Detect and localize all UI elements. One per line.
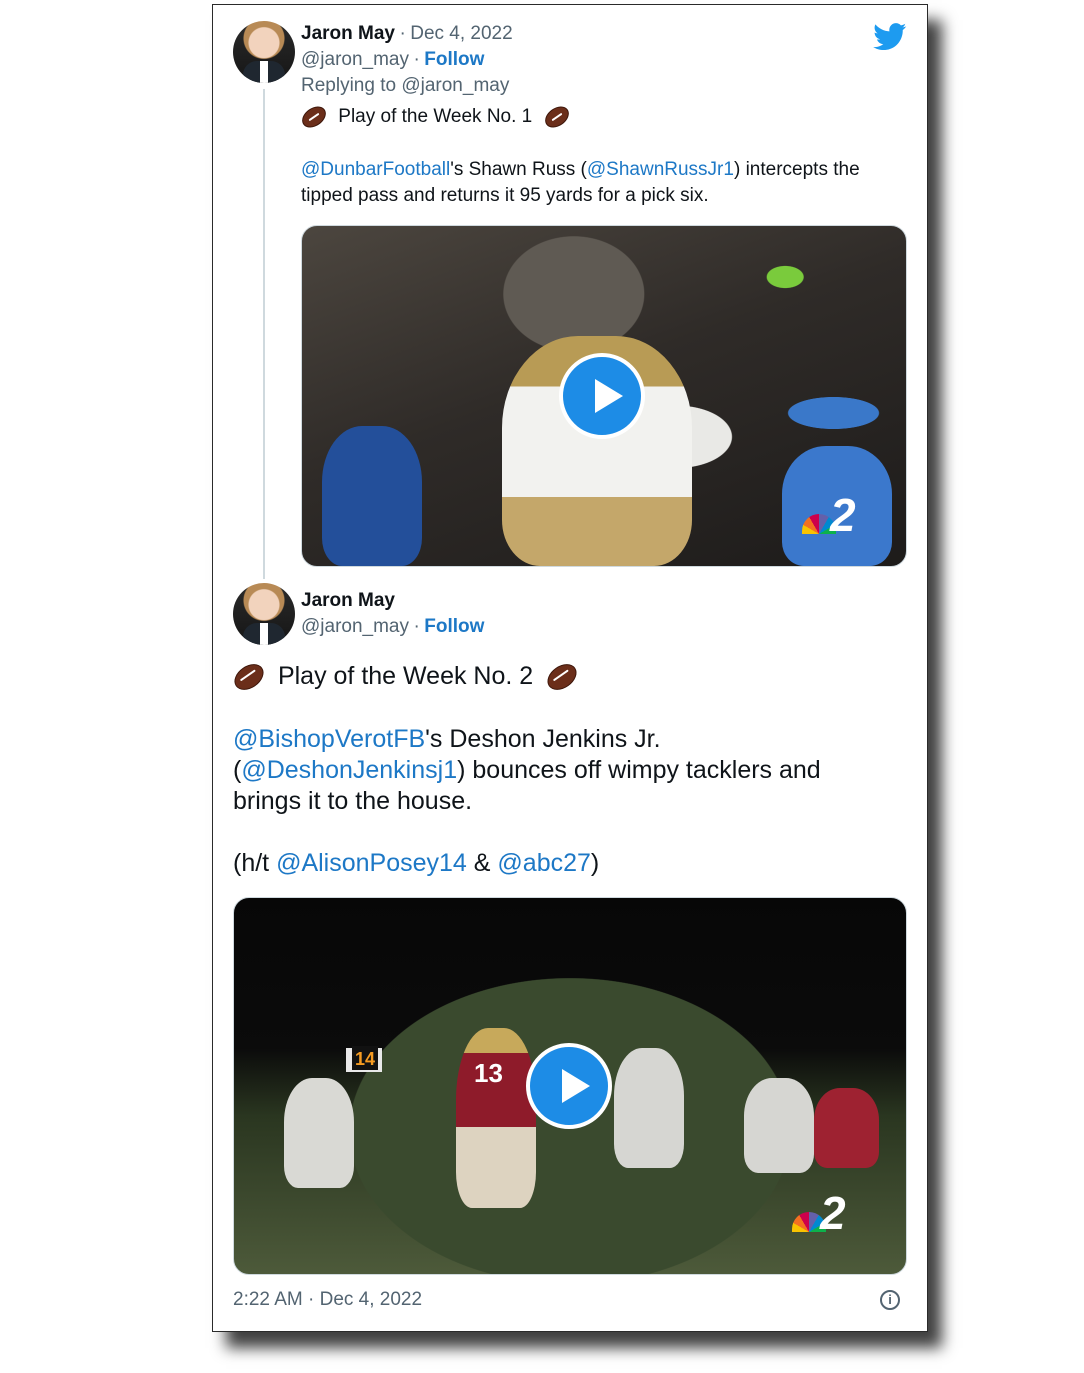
tweet2-title-text: Play of the Week No. 2 <box>277 662 534 690</box>
body-text: tipped pass and returns it 95 yards for … <box>301 185 709 206</box>
author-name[interactable]: Jaron May <box>301 23 395 44</box>
follow-separator: · <box>413 616 420 637</box>
mention-link[interactable]: @ShawnRussJr1 <box>587 159 734 180</box>
player-figure: 13 <box>456 1028 536 1208</box>
scoreboard-digits: 14 <box>352 1046 378 1070</box>
mention-link[interactable]: @abc27 <box>497 849 591 877</box>
body-text: ) bounces off wimpy tacklers and <box>457 756 821 784</box>
football-emoji-icon <box>540 102 573 132</box>
jersey-number: 13 <box>474 1058 503 1088</box>
player-figure <box>814 1088 879 1168</box>
tweet1-title-text: Play of the Week No. 1 <box>338 106 533 127</box>
body-text: ) intercepts the <box>733 159 860 180</box>
player-figure <box>614 1048 684 1168</box>
body-text: 's Deshon Jenkins Jr. <box>425 725 661 753</box>
author-handle[interactable]: @jaron_may <box>301 49 409 70</box>
date-separator: · <box>399 23 406 44</box>
tweet1-title: Play of the Week No. 1 <box>298 102 573 132</box>
body-text: ) <box>590 849 600 877</box>
football-emoji-icon <box>542 659 582 696</box>
body-text: (h/t <box>233 849 277 877</box>
play-button[interactable] <box>559 353 645 439</box>
video-thumbnail[interactable]: 14 13 2 <box>233 897 907 1275</box>
mention-link[interactable]: @DeshonJenkinsj1 <box>241 756 457 784</box>
avatar[interactable] <box>233 583 295 645</box>
thread-line <box>263 89 265 579</box>
tweet1-body: @DunbarFootball's Shawn Russ (@ShawnRuss… <box>301 157 901 209</box>
tweet1-handle-row: @jaron_may · Follow <box>301 49 484 71</box>
replying-to[interactable]: Replying to @jaron_may <box>301 75 509 97</box>
author-name[interactable]: Jaron May <box>301 590 395 611</box>
tweet2-author: Jaron May <box>301 590 395 612</box>
channel-number: 2 <box>820 1187 846 1239</box>
play-button[interactable] <box>526 1043 612 1129</box>
football-emoji-icon <box>298 102 330 132</box>
tweet-embed-card: Jaron May · Dec 4, 2022 @jaron_may · Fol… <box>212 4 928 1332</box>
author-handle[interactable]: @jaron_may <box>301 616 409 637</box>
mention-link[interactable]: @AlisonPosey14 <box>276 849 467 877</box>
tweet2-body: @BishopVerotFB's Deshon Jenkins Jr. (@De… <box>233 724 913 879</box>
tweet2-title: Play of the Week No. 2 <box>229 659 582 696</box>
tweet2-handle-row: @jaron_may · Follow <box>301 616 484 638</box>
twitter-bird-icon[interactable] <box>873 23 907 51</box>
follow-button[interactable]: Follow <box>424 616 484 637</box>
body-text: 's Shawn Russ ( <box>450 159 587 180</box>
info-icon[interactable]: i <box>880 1290 900 1310</box>
video-thumbnail[interactable]: 2 <box>301 225 907 567</box>
play-icon <box>562 1069 590 1103</box>
tweet1-header: Jaron May · Dec 4, 2022 <box>301 23 513 45</box>
channel-number: 2 <box>830 489 856 541</box>
player-figure <box>744 1078 814 1173</box>
tweet-date[interactable]: Dec 4, 2022 <box>410 23 512 44</box>
body-text: & <box>466 849 498 877</box>
tweet-timestamp[interactable]: 2:22 AM · Dec 4, 2022 <box>233 1289 422 1311</box>
play-icon <box>595 379 623 413</box>
avatar[interactable] <box>233 21 295 83</box>
body-text: brings it to the house. <box>233 787 473 815</box>
follow-button[interactable]: Follow <box>424 49 484 70</box>
sideline-figure <box>322 426 422 566</box>
follow-separator: · <box>413 49 420 70</box>
scoreboard: 14 <box>346 1046 382 1072</box>
mention-link[interactable]: @DunbarFootball <box>301 159 450 180</box>
mention-link[interactable]: @BishopVerotFB <box>233 725 425 753</box>
football-emoji-icon <box>229 659 269 696</box>
player-figure <box>284 1078 354 1188</box>
